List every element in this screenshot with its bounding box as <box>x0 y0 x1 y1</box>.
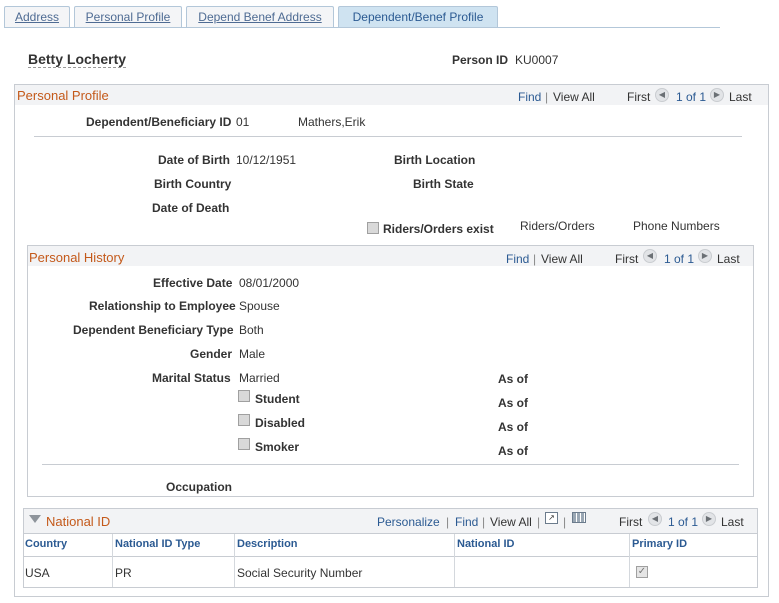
personal-history-section <box>27 245 754 497</box>
riders-orders-exist-checkbox[interactable] <box>367 222 379 234</box>
personal-history-last-label: Last <box>717 252 740 266</box>
effective-date-value: 08/01/2000 <box>239 276 300 290</box>
tab-address[interactable]: Address <box>4 6 70 28</box>
grid-header-top-border <box>24 533 757 534</box>
date-of-death-label: Date of Death <box>152 201 230 215</box>
divider <box>42 464 739 465</box>
disabled-as-of-label: As of <box>498 420 528 434</box>
primary-id-checkbox[interactable]: ✓ <box>636 566 648 578</box>
national-id-find-link[interactable]: Find <box>455 515 478 529</box>
next-icon[interactable]: ▶ <box>698 249 712 263</box>
personal-profile-first-label: First <box>627 90 651 104</box>
effective-date-label: Effective Date <box>153 276 233 290</box>
gender-label: Gender <box>190 347 233 361</box>
national-id-title: National ID <box>46 514 111 529</box>
nav-separator: | <box>563 515 567 529</box>
person-id-value: KU0007 <box>515 53 559 67</box>
column-header-national-id[interactable]: National ID <box>457 538 514 550</box>
national-id-range: 1 of 1 <box>668 515 699 529</box>
tab-depend-benef-address-label: Depend Benef Address <box>198 10 322 24</box>
dob-value: 10/12/1951 <box>236 153 297 167</box>
next-icon[interactable]: ▶ <box>710 88 724 102</box>
nav-separator: | <box>446 515 450 529</box>
person-id-label: Person ID <box>452 53 509 67</box>
personal-history-title: Personal History <box>29 250 125 265</box>
personal-history-find-link[interactable]: Find <box>506 252 529 266</box>
personal-profile-last-label: Last <box>729 90 752 104</box>
phone-numbers-link[interactable]: Phone Numbers <box>633 219 720 233</box>
relationship-label: Relationship to Employee <box>89 299 236 313</box>
tab-depend-benef-address[interactable]: Depend Benef Address <box>186 6 334 28</box>
smoker-as-of-label: As of <box>498 444 528 458</box>
smoker-label: Smoker <box>255 440 300 454</box>
dependent-beneficiary-type-value: Both <box>239 323 264 337</box>
national-id-view-all-link[interactable]: View All <box>490 515 532 529</box>
dependent-id-value: 01 <box>236 115 250 129</box>
previous-icon[interactable]: ◀ <box>648 512 662 526</box>
column-divider <box>454 534 455 587</box>
riders-orders-link[interactable]: Riders/Orders <box>520 219 595 233</box>
nav-separator: | <box>482 515 486 529</box>
previous-icon[interactable]: ◀ <box>643 249 657 263</box>
personal-history-range: 1 of 1 <box>664 252 695 266</box>
disabled-checkbox[interactable] <box>238 414 250 426</box>
tab-dependent-benef-profile[interactable]: Dependent/Benef Profile <box>338 6 498 28</box>
divider <box>34 136 742 137</box>
relationship-value: Spouse <box>239 299 280 313</box>
previous-icon[interactable]: ◀ <box>655 88 669 102</box>
marital-status-value: Married <box>239 371 280 385</box>
column-header-description[interactable]: Description <box>237 538 298 550</box>
birth-state-label: Birth State <box>413 177 474 191</box>
personal-history-first-label: First <box>615 252 639 266</box>
column-divider <box>629 534 630 587</box>
student-checkbox[interactable] <box>238 390 250 402</box>
birth-country-label: Birth Country <box>154 177 232 191</box>
dependent-beneficiary-type-label: Dependent Beneficiary Type <box>73 323 234 337</box>
nav-separator: | <box>533 252 537 266</box>
tab-address-label: Address <box>14 10 60 24</box>
personal-history-view-all-link[interactable]: View All <box>541 252 583 266</box>
personal-profile-find-link[interactable]: Find <box>518 90 541 104</box>
dependent-name: Mathers,Erik <box>298 115 366 129</box>
nav-separator: | <box>545 90 549 104</box>
birth-location-label: Birth Location <box>394 153 476 167</box>
cell-country: USA <box>25 566 50 580</box>
employee-name: Betty Locherty <box>28 51 127 68</box>
national-id-first-label: First <box>619 515 643 529</box>
student-as-of-label: As of <box>498 396 528 410</box>
occupation-label: Occupation <box>166 480 233 494</box>
nav-separator: | <box>537 515 541 529</box>
riders-orders-exist-label: Riders/Orders exist <box>383 222 494 236</box>
tab-personal-profile[interactable]: Personal Profile <box>74 6 182 28</box>
smoker-checkbox[interactable] <box>238 438 250 450</box>
personal-profile-range: 1 of 1 <box>676 90 707 104</box>
next-icon[interactable]: ▶ <box>702 512 716 526</box>
tab-personal-profile-label: Personal Profile <box>85 10 171 24</box>
dob-label: Date of Birth <box>158 153 230 167</box>
personalize-link[interactable]: Personalize <box>377 515 440 529</box>
personal-profile-view-all-link[interactable]: View All <box>553 90 595 104</box>
personal-profile-title: Personal Profile <box>17 88 109 103</box>
column-divider <box>112 534 113 587</box>
column-header-national-id-type[interactable]: National ID Type <box>115 538 200 550</box>
column-header-primary-id[interactable]: Primary ID <box>632 538 687 550</box>
cell-national-id-type: PR <box>115 566 132 580</box>
national-id-last-label: Last <box>721 515 744 529</box>
disabled-label: Disabled <box>255 416 306 430</box>
cell-description: Social Security Number <box>237 566 363 580</box>
grid-header-bottom-border <box>24 556 757 557</box>
student-label: Student <box>255 392 300 406</box>
dependent-id-label: Dependent/Beneficiary ID <box>86 115 232 129</box>
new-window-icon[interactable]: ↗ <box>545 512 558 524</box>
marital-status-as-of-label: As of <box>498 372 528 386</box>
collapse-triangle-icon[interactable] <box>29 515 41 523</box>
tab-bar-underline <box>4 27 720 28</box>
gender-value: Male <box>239 347 266 361</box>
marital-status-label: Marital Status <box>152 371 231 385</box>
column-header-country[interactable]: Country <box>25 538 67 550</box>
tab-dependent-benef-profile-label: Dependent/Benef Profile <box>352 10 484 24</box>
column-divider <box>234 534 235 587</box>
download-grid-icon[interactable] <box>572 512 586 523</box>
